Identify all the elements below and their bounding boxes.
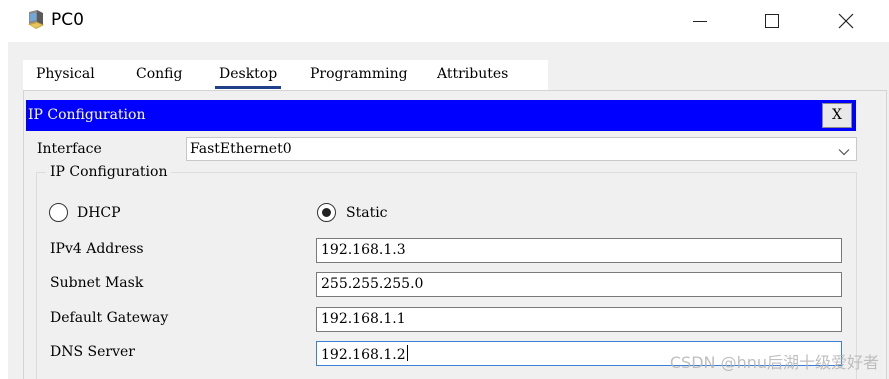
ip-config-header-title: IP Configuration — [28, 107, 146, 123]
ip-config-header: IP Configuration X — [26, 100, 856, 131]
dns-server-value: 192.168.1.2 — [321, 347, 406, 363]
subnet-mask-input[interactable]: 255.255.255.0 — [316, 272, 842, 297]
chevron-down-icon — [838, 144, 850, 162]
dns-server-label: DNS Server — [50, 344, 135, 360]
watermark: CSDN @hnu后湖十级爱好者 — [669, 353, 879, 372]
window-title: PC0 — [51, 10, 84, 30]
minimize-button[interactable] — [670, 0, 730, 42]
maximize-icon — [765, 14, 779, 28]
title-bar: PC0 — [0, 0, 889, 42]
dhcp-radio-label: DHCP — [77, 205, 121, 221]
default-gateway-label: Default Gateway — [50, 310, 169, 326]
ipv4-address-input[interactable]: 192.168.1.3 — [316, 238, 842, 263]
interface-select-value: FastEthernet0 — [190, 141, 292, 157]
dhcp-radio[interactable] — [49, 203, 68, 222]
close-window-button[interactable] — [816, 0, 876, 42]
text-caret — [406, 345, 408, 361]
pc-app-icon — [26, 9, 46, 31]
tab-physical[interactable]: Physical — [36, 60, 95, 90]
minimize-icon — [693, 21, 707, 22]
maximize-button[interactable] — [742, 0, 802, 42]
tab-strip: Physical Config Desktop Programming Attr… — [23, 60, 548, 90]
ipv4-address-label: IPv4 Address — [50, 241, 144, 257]
static-radio[interactable] — [317, 203, 336, 222]
tab-attributes[interactable]: Attributes — [437, 60, 508, 90]
default-gateway-input[interactable]: 192.168.1.1 — [316, 307, 842, 332]
subnet-mask-label: Subnet Mask — [50, 275, 144, 291]
interface-label: Interface — [37, 141, 102, 157]
ip-config-close-button[interactable]: X — [822, 103, 852, 128]
interface-select[interactable]: FastEthernet0 — [186, 137, 857, 161]
ip-config-group-title: IP Configuration — [46, 164, 172, 180]
close-icon — [838, 13, 854, 29]
tab-desktop[interactable]: Desktop — [214, 60, 282, 90]
tab-config[interactable]: Config — [136, 60, 182, 90]
static-radio-label: Static — [346, 205, 388, 221]
tab-programming[interactable]: Programming — [310, 60, 408, 90]
